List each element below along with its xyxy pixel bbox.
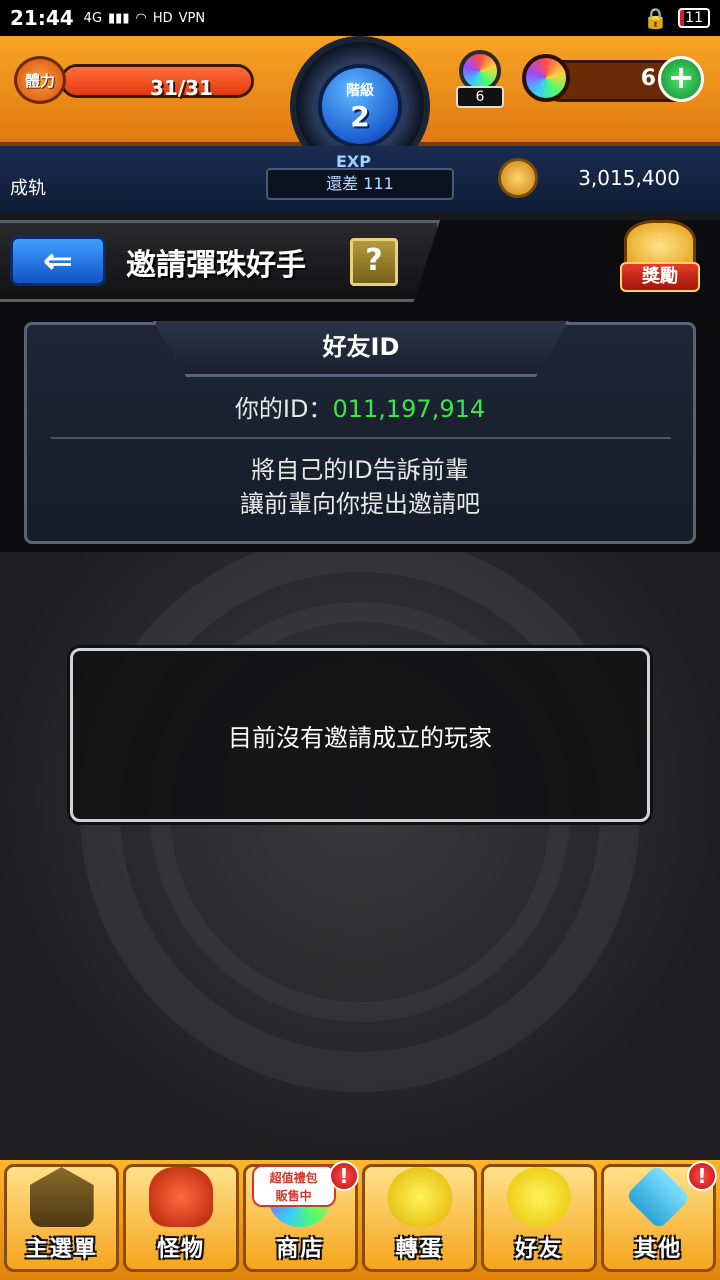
coin-icon: [498, 158, 538, 198]
rank-badge: 階級 2: [318, 64, 402, 148]
reward-button[interactable]: 獎勵: [616, 220, 704, 304]
player-info-strip: 成轨 EXP 還差 111 3,015,400: [0, 146, 720, 214]
invite-status-message: 目前沒有邀請成立的玩家: [228, 723, 492, 752]
sale-tag: 超值禮包 販售中: [251, 1165, 336, 1207]
reward-label: 獎勵: [620, 262, 700, 292]
wifi-icon: ◠: [135, 10, 147, 26]
nav-friends[interactable]: 好友: [481, 1164, 597, 1272]
buy-orb-button[interactable]: +: [658, 56, 704, 102]
coin-value: 3,015,400: [578, 166, 680, 190]
nav-gacha[interactable]: 轉蛋: [361, 1164, 478, 1272]
bottom-nav: 主選單 怪物 超值禮包 販售中 ! 商店 轉蛋 好友 ! 其他: [0, 1160, 720, 1280]
signal-icon: ▮▮▮: [108, 10, 130, 26]
top-header: 體力 31/31 階級 2 6 6 +: [0, 36, 720, 176]
sale-tag-line-1: 超值禮包: [269, 1171, 318, 1185]
panel-tab: 好友ID: [153, 321, 569, 377]
player-name: 成轨: [10, 178, 46, 199]
orb-count: 6: [640, 66, 656, 91]
instruction-line-2: 讓前輩向你提出邀請吧: [240, 490, 480, 518]
exp-remaining: 還差 111: [266, 168, 454, 200]
other-alert-badge: !: [686, 1161, 717, 1191]
instruction-line-1: 將自己的ID告訴前輩: [251, 456, 469, 484]
orb-icon: [522, 54, 570, 102]
other-icon: [625, 1164, 692, 1230]
nav-label: 轉蛋: [395, 1237, 444, 1262]
nav-shop[interactable]: 超值禮包 販售中 ! 商店: [242, 1161, 359, 1272]
friends-icon: [506, 1167, 571, 1227]
stamina-gauge[interactable]: 體力: [14, 56, 254, 104]
network-icon: 4G: [83, 10, 103, 26]
shop-alert-badge: !: [328, 1161, 359, 1191]
vpn-icon: VPN: [178, 10, 206, 26]
panel-title: 好友ID: [322, 333, 400, 361]
sale-tag-line-2: 販售中: [275, 1189, 312, 1203]
gacha-count: 6: [456, 86, 504, 108]
back-button[interactable]: ⇐: [10, 236, 106, 286]
stamina-value: 31/31: [150, 76, 213, 100]
help-button[interactable]: ?: [350, 238, 398, 286]
nav-monster[interactable]: 怪物: [123, 1164, 239, 1272]
hd-icon: HD: [152, 10, 173, 26]
nav-label: 怪物: [156, 1237, 205, 1262]
your-id-line: 你的ID：011,197,914: [27, 389, 693, 424]
clock: 21:44: [10, 6, 74, 30]
lock-icon: 🔒: [643, 6, 669, 30]
nav-main-menu[interactable]: 主選單: [4, 1164, 120, 1272]
friend-id-area: 好友ID 你的ID：011,197,914 將自己的ID告訴前輩 讓前輩向你提出…: [0, 302, 720, 552]
title-row: ⇐ 邀請彈珠好手 ? 獎勵: [0, 220, 720, 302]
nav-label: 商店: [276, 1237, 325, 1262]
gacha-capsule-button[interactable]: 6: [452, 50, 508, 110]
nav-label: 主選單: [25, 1237, 98, 1262]
friend-id-panel: 好友ID 你的ID：011,197,914 將自己的ID告訴前輩 讓前輩向你提出…: [24, 321, 696, 544]
rank-value: 2: [350, 99, 370, 133]
nav-label: 其他: [634, 1237, 683, 1262]
status-bar: 21:44 4G ▮▮▮ ◠ HD VPN 🔒 11: [0, 0, 720, 36]
rank-label: 階級: [346, 82, 374, 99]
id-instructions: 將自己的ID告訴前輩 讓前輩向你提出邀請吧: [27, 453, 693, 521]
stamina-icon: 體力: [14, 56, 66, 104]
your-id-value[interactable]: 011,197,914: [332, 395, 485, 423]
nav-other[interactable]: ! 其他: [600, 1161, 717, 1272]
castle-icon: [29, 1167, 94, 1227]
page-title: 邀請彈珠好手: [126, 248, 306, 283]
egg-icon: [387, 1167, 452, 1227]
background-emblem: [0, 552, 720, 1160]
your-id-label: 你的ID：: [234, 395, 333, 423]
battery-icon: 11: [678, 8, 710, 28]
nav-label: 好友: [514, 1237, 563, 1262]
monster-icon: [148, 1167, 213, 1227]
invite-status-box: 目前沒有邀請成立的玩家: [70, 648, 650, 822]
divider: [51, 437, 671, 439]
